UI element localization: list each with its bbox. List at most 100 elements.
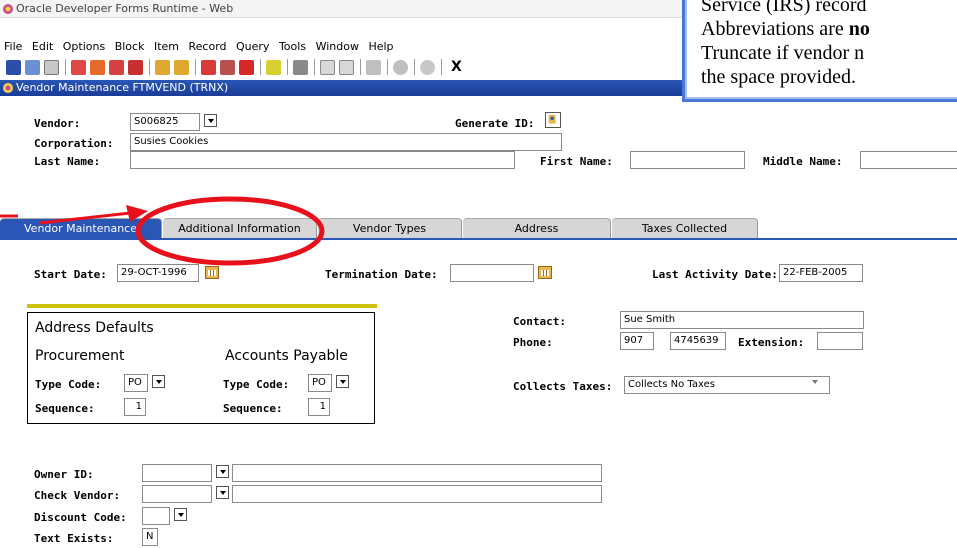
contact-field[interactable]: Sue Smith: [620, 311, 864, 329]
toolbar-separator: [260, 59, 261, 75]
check-vendor-label: Check Vendor:: [34, 489, 121, 502]
check-vendor-field[interactable]: [142, 485, 212, 503]
discount-code-field[interactable]: [142, 507, 170, 525]
check-vendor-name-field[interactable]: [232, 485, 602, 503]
insert-record-icon[interactable]: [201, 59, 216, 75]
exit-button[interactable]: X: [451, 59, 462, 75]
print-icon[interactable]: [293, 59, 308, 75]
menu-options[interactable]: Options: [63, 40, 105, 53]
highlight-annotation: [0, 196, 325, 266]
next-block-icon[interactable]: [109, 59, 124, 75]
ap-type-code-dropdown-icon[interactable]: [336, 375, 349, 388]
list-values-icon[interactable]: [393, 59, 408, 75]
termination-date-label: Termination Date:: [325, 268, 438, 281]
text-exists-field: N: [142, 528, 158, 546]
check-vendor-lookup-icon[interactable]: [216, 486, 229, 499]
first-name-field[interactable]: [630, 151, 745, 169]
owner-id-lookup-icon[interactable]: [216, 465, 229, 478]
procurement-type-code-field[interactable]: PO: [124, 374, 148, 392]
print-preview-icon[interactable]: [44, 59, 59, 75]
delete-record-icon[interactable]: [220, 59, 235, 75]
start-date-label: Start Date:: [34, 268, 107, 281]
middle-name-label: Middle Name:: [763, 155, 843, 168]
generate-id-label: Generate ID:: [455, 117, 535, 130]
toolbar-separator: [360, 59, 361, 75]
oracle-app-icon: [3, 4, 13, 14]
middle-name-field[interactable]: [860, 151, 957, 169]
generate-id-button[interactable]: [545, 112, 561, 128]
extension-field[interactable]: [817, 332, 863, 350]
window-title-bar: Oracle Developer Forms Runtime - Web: [0, 0, 690, 18]
previous-block-icon[interactable]: [90, 59, 105, 75]
instruction-callout: Service (IRS) record Abbreviations are n…: [682, 0, 957, 102]
start-date-calendar-icon[interactable]: [205, 266, 219, 279]
vendor-id-field[interactable]: S006825: [130, 113, 200, 131]
termination-date-field[interactable]: [450, 264, 534, 282]
undo-icon[interactable]: [25, 59, 40, 75]
tab-address[interactable]: Address: [463, 218, 611, 238]
toolbar-separator: [314, 59, 315, 75]
remove-record-icon[interactable]: [239, 59, 254, 75]
callout-line-4: the space provided.: [701, 66, 856, 88]
accounts-payable-heading: Accounts Payable: [225, 348, 348, 364]
first-record-icon[interactable]: [71, 59, 86, 75]
owner-id-field[interactable]: [142, 464, 212, 482]
toolbar-separator: [414, 59, 415, 75]
window-title: Oracle Developer Forms Runtime - Web: [16, 2, 234, 15]
procurement-sequence-field[interactable]: 1: [124, 398, 146, 416]
toolbar-separator: [65, 59, 66, 75]
last-activity-date-field[interactable]: 22-FEB-2005: [779, 264, 863, 282]
menu-block[interactable]: Block: [115, 40, 145, 53]
help-icon[interactable]: [420, 59, 435, 75]
menu-help[interactable]: Help: [368, 40, 393, 53]
owner-name-field[interactable]: [232, 464, 602, 482]
termination-date-calendar-icon[interactable]: [538, 266, 552, 279]
procurement-sequence-label: Sequence:: [35, 402, 95, 415]
menu-query[interactable]: Query: [236, 40, 269, 53]
address-defaults-title: Address Defaults: [35, 320, 154, 336]
next-record-icon[interactable]: [174, 59, 189, 75]
menu-file[interactable]: File: [4, 40, 22, 53]
vendor-label: Vendor:: [34, 117, 81, 130]
owner-id-label: Owner ID:: [34, 468, 94, 481]
toolbar-separator: [387, 59, 388, 75]
menu-edit[interactable]: Edit: [32, 40, 53, 53]
procurement-heading: Procurement: [35, 348, 125, 364]
menu-bar: File Edit Options Block Item Record Quer…: [0, 38, 690, 56]
procurement-type-code-dropdown-icon[interactable]: [152, 375, 165, 388]
save-icon[interactable]: [6, 59, 21, 75]
phone-area-code-field[interactable]: 907: [620, 332, 654, 350]
enter-query-icon[interactable]: [320, 59, 335, 75]
contact-label: Contact:: [513, 315, 566, 328]
generate-id-icon: [548, 114, 556, 124]
phone-number-field[interactable]: 4745639: [670, 332, 726, 350]
previous-record-icon[interactable]: [155, 59, 170, 75]
section-divider: [27, 304, 377, 308]
exit-query-icon[interactable]: [366, 59, 381, 75]
menu-tools[interactable]: Tools: [279, 40, 306, 53]
menu-record[interactable]: Record: [189, 40, 227, 53]
oracle-app-icon: [3, 83, 13, 93]
corporation-field[interactable]: Susies Cookies: [130, 133, 562, 151]
ap-type-code-field[interactable]: PO: [308, 374, 332, 392]
menu-window[interactable]: Window: [316, 40, 359, 53]
folder-icon[interactable]: [266, 59, 281, 75]
last-name-field[interactable]: [130, 151, 515, 169]
vendor-lookup-icon[interactable]: [204, 114, 217, 127]
last-name-label: Last Name:: [34, 155, 101, 168]
last-activity-date-label: Last Activity Date:: [652, 268, 778, 281]
ap-type-code-label: Type Code:: [223, 378, 290, 391]
extension-label: Extension:: [738, 336, 805, 349]
ap-sequence-field[interactable]: 1: [308, 398, 330, 416]
phone-label: Phone:: [513, 336, 553, 349]
corporation-label: Corporation:: [34, 137, 114, 150]
menu-item[interactable]: Item: [154, 40, 179, 53]
start-date-field[interactable]: 29-OCT-1996: [117, 264, 199, 282]
discount-code-lookup-icon[interactable]: [174, 508, 187, 521]
form-title: Vendor Maintenance FTMVEND (TRNX): [16, 81, 229, 94]
tab-taxes-collected[interactable]: Taxes Collected: [612, 218, 758, 238]
toolbar-separator: [287, 59, 288, 75]
execute-query-icon[interactable]: [339, 59, 354, 75]
last-record-icon[interactable]: [128, 59, 143, 75]
collects-taxes-select[interactable]: Collects No Taxes: [624, 376, 830, 394]
